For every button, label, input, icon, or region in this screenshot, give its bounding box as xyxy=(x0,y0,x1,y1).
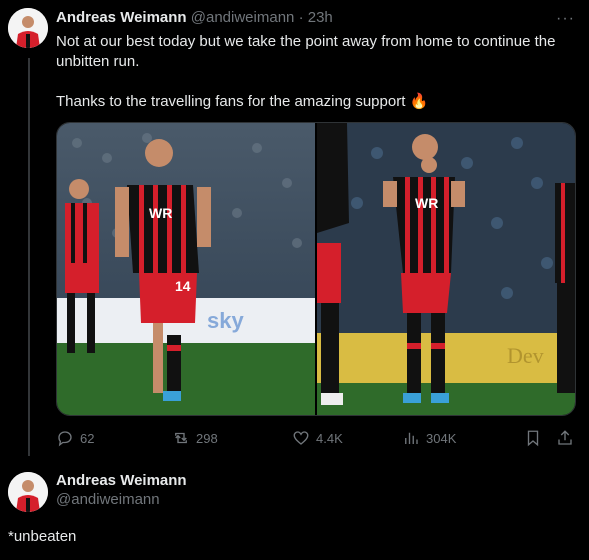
reply-author-name[interactable]: Andreas Weimann xyxy=(56,472,187,489)
svg-text:Dev: Dev xyxy=(507,343,544,368)
reply-button[interactable]: 62 xyxy=(56,429,156,447)
heart-icon xyxy=(293,431,309,445)
shirt-sponsor: WR xyxy=(149,205,172,221)
reply-author-handle[interactable]: @andiweimann xyxy=(56,491,187,508)
thread-line xyxy=(28,58,30,456)
tweet-image-2[interactable]: Dev WR xyxy=(317,123,575,415)
reply-text: *unbeaten xyxy=(8,528,77,545)
retweet-count: 298 xyxy=(196,430,218,446)
tweet-media[interactable]: sky WR 14 Dev WR xyxy=(56,122,576,416)
share-icon xyxy=(558,430,572,445)
retweet-icon xyxy=(175,432,187,444)
shirt-number: 14 xyxy=(175,278,191,294)
tweet-text: Not at our best today but we take the po… xyxy=(56,33,556,110)
reply-avatar[interactable] xyxy=(8,472,48,512)
reply-header: Andreas Weimann @andiweimann xyxy=(56,472,187,508)
like-count: 4.4K xyxy=(316,430,343,446)
author-name[interactable]: Andreas Weimann xyxy=(56,9,187,26)
bookmark-icon xyxy=(527,430,539,447)
retweet-button[interactable]: 298 xyxy=(172,429,292,447)
separator: · xyxy=(298,9,304,26)
view-count: 304K xyxy=(426,430,457,446)
views-button[interactable]: 304K xyxy=(402,429,512,447)
timestamp[interactable]: 23h xyxy=(308,9,333,26)
more-options-button[interactable]: ··· xyxy=(556,10,575,28)
reply-count: 62 xyxy=(80,430,95,446)
tweet-actions: 62 298 4.4K 304K xyxy=(56,428,574,448)
shirt-sponsor-2: WR xyxy=(415,195,438,211)
bookmark-button[interactable] xyxy=(524,429,542,447)
avatar[interactable] xyxy=(8,8,48,48)
tweet-image-1[interactable]: sky WR 14 xyxy=(57,123,315,415)
svg-text:sky: sky xyxy=(207,308,244,333)
like-button[interactable]: 4.4K xyxy=(292,429,402,447)
analytics-icon xyxy=(405,432,418,444)
author-handle[interactable]: @andiweimann xyxy=(191,9,295,26)
share-button[interactable] xyxy=(556,429,574,447)
reply-icon xyxy=(58,431,72,447)
tweet-header: Andreas Weimann @andiweimann · 23h xyxy=(56,9,333,26)
